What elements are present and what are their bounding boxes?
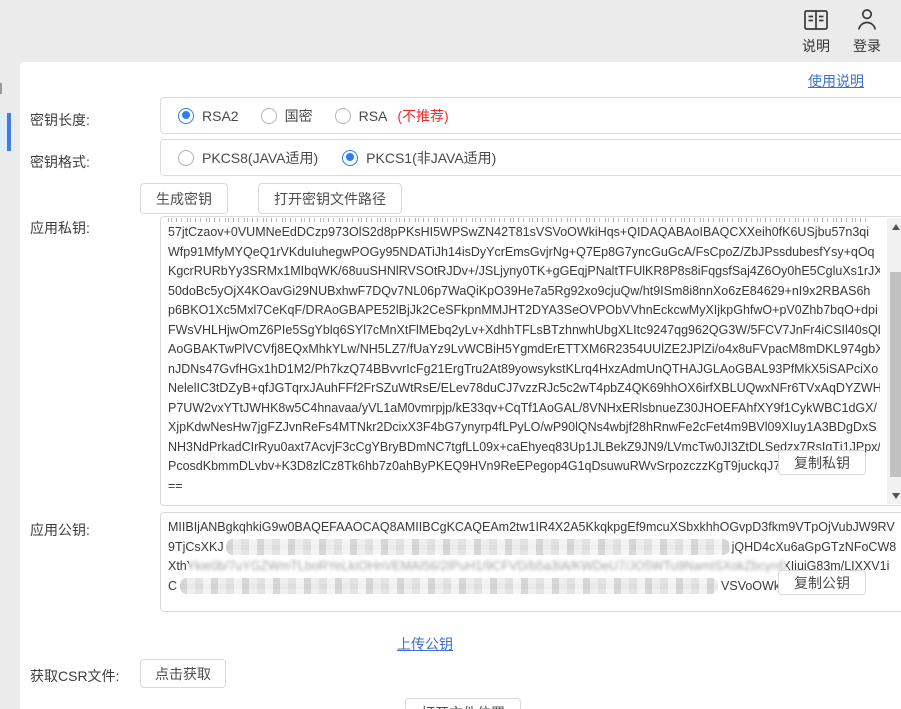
upload-public-key-link[interactable]: 上传公钥 (397, 634, 453, 654)
radio-pkcs1[interactable] (342, 150, 358, 166)
radio-guomi[interactable] (261, 108, 277, 124)
clipped-text-strip (168, 218, 868, 222)
radio-guomi-label[interactable]: 国密 (285, 106, 313, 126)
not-recommended-warning: (不推荐) (397, 106, 448, 126)
login-label: 登录 (853, 36, 881, 56)
login-menu-item[interactable]: 登录 (837, 6, 897, 56)
scroll-down-icon[interactable] (887, 487, 901, 504)
copy-public-key-button[interactable]: 复制公钥 (778, 570, 866, 595)
public-key-textarea[interactable]: MIIBIjANBgkqhkiG9w0BAQEFAAOCAQ8AMIIBCgKC… (160, 512, 901, 612)
manual-book-icon (803, 8, 829, 32)
copy-private-key-button[interactable]: 复制私钥 (778, 450, 866, 475)
help-label: 说明 (802, 36, 830, 56)
radio-rsa[interactable] (335, 108, 351, 124)
get-csr-button[interactable]: 点击获取 (140, 659, 226, 688)
public-key-line-redacted-1: 9TjCsXKJ jQHD4cXu6aGpGTzNFoCW8 (168, 538, 900, 558)
radio-rsa-label[interactable]: RSA (359, 108, 388, 124)
csr-label: 获取CSR文件: (30, 666, 119, 686)
sidebar-active-bar (7, 113, 11, 151)
usage-guide-link[interactable]: 使用说明 (808, 71, 864, 91)
key-format-group: PKCS8(JAVA适用) PKCS1(非JAVA适用) (160, 139, 901, 176)
open-key-path-button[interactable]: 打开密钥文件路径 (258, 183, 402, 214)
app-window: 说明 登录 使用说明 密钥长度: RSA2 国密 RSA (不推荐) 密钥格式: (0, 0, 901, 709)
private-key-scrollbar[interactable] (887, 218, 901, 504)
public-key-label: 应用公钥: (30, 520, 90, 540)
radio-pkcs8-label[interactable]: PKCS8(JAVA适用) (202, 148, 318, 168)
redaction-blur (189, 557, 786, 575)
radio-rsa2[interactable] (178, 108, 194, 124)
user-icon (854, 6, 880, 32)
radio-pkcs8[interactable] (178, 150, 194, 166)
left-edge-tick (0, 83, 2, 94)
key-length-label: 密钥长度: (30, 110, 90, 130)
main-panel: 使用说明 密钥长度: RSA2 国密 RSA (不推荐) 密钥格式: PKCS8… (20, 62, 901, 709)
generate-key-button[interactable]: 生成密钥 (140, 183, 228, 214)
redaction-mosaic (226, 539, 730, 555)
private-key-text: 57jtCzaov+0VUMNeEdDCzp973OlS2d8pPKsHI5WP… (168, 223, 880, 496)
key-format-label: 密钥格式: (30, 152, 90, 172)
redaction-mosaic (180, 578, 718, 594)
radio-pkcs1-label[interactable]: PKCS1(非JAVA适用) (366, 148, 496, 168)
radio-rsa2-label[interactable]: RSA2 (202, 108, 239, 124)
key-length-group: RSA2 国密 RSA (不推荐) (160, 97, 901, 134)
private-key-label: 应用私钥: (30, 218, 90, 238)
open-file-location-button[interactable]: 打开文件位置 (405, 698, 521, 709)
scroll-up-icon[interactable] (887, 218, 901, 235)
scrollbar-thumb[interactable] (890, 272, 901, 477)
